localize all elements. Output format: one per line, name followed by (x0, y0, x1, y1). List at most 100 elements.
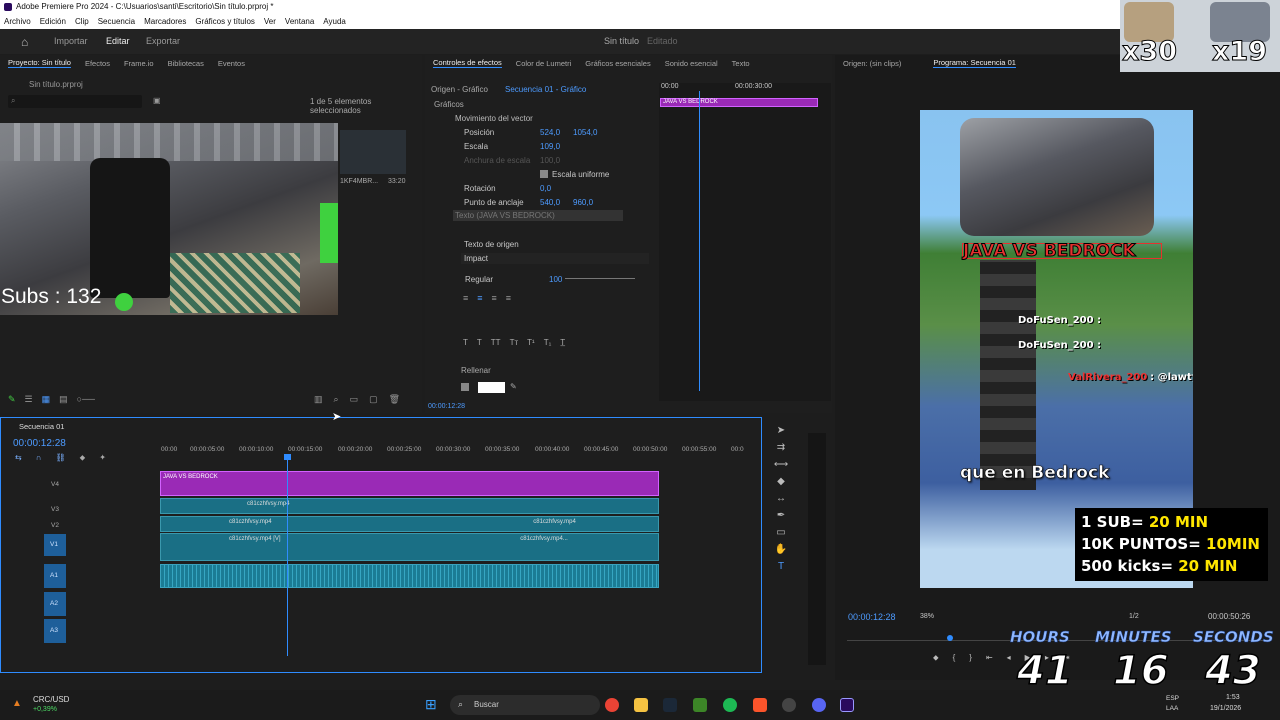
align-right-icon[interactable]: ≡ (492, 293, 497, 303)
steam-icon[interactable] (663, 698, 677, 712)
fill-color-swatch[interactable] (478, 382, 505, 393)
superscript-icon[interactable]: T¹ (527, 338, 535, 347)
icon-view-icon[interactable]: ▦ (42, 394, 51, 405)
hand-tool-icon[interactable]: ✋ (775, 544, 787, 555)
align-left-icon[interactable]: ≡ (463, 293, 468, 303)
tab-frameio[interactable]: Frame.io (124, 59, 154, 68)
clip-v1[interactable]: c81czhfvsy.mp4 [V] c81czhfvsy.mp4... (160, 533, 659, 561)
position-x[interactable]: 524,0 (540, 128, 560, 137)
ticker-name[interactable]: CRC/USD (33, 695, 69, 704)
tab-exportar[interactable]: Exportar (146, 36, 180, 46)
font-select[interactable]: Impact (461, 253, 649, 264)
tab-effects[interactable]: Efectos (85, 59, 110, 68)
tab-essential-graphics[interactable]: Gráficos esenciales (585, 59, 650, 68)
faux-italic-icon[interactable]: T (477, 338, 482, 347)
type-tool-icon[interactable]: T (778, 561, 784, 572)
menu-secuencia[interactable]: Secuencia (98, 17, 135, 26)
playhead-handle[interactable] (284, 454, 291, 460)
track-v1-header[interactable]: V1 (44, 534, 66, 556)
premiere-taskbar-icon[interactable] (840, 698, 854, 712)
ripple-edit-icon[interactable]: ⟷ (774, 459, 788, 470)
trash-icon[interactable]: 🗑 (389, 394, 400, 405)
preview-thumbnail[interactable]: Subs : 132 (0, 123, 338, 315)
tab-editar[interactable]: Editar (106, 36, 130, 46)
menu-marcadores[interactable]: Marcadores (144, 17, 186, 26)
eyedropper-icon[interactable]: ✎ (510, 382, 517, 391)
sequence-label[interactable]: Secuencia 01 - Gráfico (505, 85, 586, 94)
track-select-icon[interactable]: ⇉ (777, 442, 785, 453)
app-icon[interactable] (782, 698, 796, 712)
spotify-icon[interactable] (723, 698, 737, 712)
tab-effect-controls[interactable]: Controles de efectos (433, 58, 502, 68)
position-y[interactable]: 1054,0 (573, 128, 597, 137)
clip-v3[interactable]: c81czhfvsy.mp4 (160, 498, 659, 514)
tab-events[interactable]: Eventos (218, 59, 245, 68)
clip-a1[interactable] (160, 564, 659, 588)
uniform-scale-checkbox[interactable] (540, 170, 548, 178)
nest-icon[interactable]: ⇆ (15, 453, 22, 463)
small-caps-icon[interactable]: Tт (510, 338, 519, 347)
clip-v2[interactable]: c81czhfvsy.mp4 c81czhfvsy.mp4 (160, 516, 659, 532)
track-a2-header[interactable]: A2 (44, 592, 66, 616)
sequence-tab[interactable]: Secuencia 01 (19, 422, 64, 431)
timeline-ruler[interactable]: 00:00 00:00:05:00 00:00:10:00 00:00:15:0… (161, 446, 751, 456)
tab-importar[interactable]: Importar (54, 36, 88, 46)
subscript-icon[interactable]: T₁ (544, 338, 552, 347)
timeline-playhead[interactable] (287, 456, 288, 656)
new-bin-icon[interactable]: ▣ (153, 96, 161, 105)
tab-program-monitor[interactable]: Programa: Secuencia 01 (933, 58, 1016, 68)
pencil-icon[interactable]: ✎ (8, 394, 16, 405)
justify-icon[interactable]: ≡ (506, 293, 511, 303)
snap-icon[interactable]: ∩ (36, 453, 42, 463)
menu-ventana[interactable]: Ventana (285, 17, 314, 26)
file-explorer-icon[interactable] (634, 698, 648, 712)
marker-icon[interactable]: ⬥ (933, 653, 939, 663)
mini-playhead[interactable] (699, 91, 700, 391)
lang-code[interactable]: ESP (1166, 695, 1179, 702)
all-caps-icon[interactable]: TT (491, 338, 501, 347)
linked-icon[interactable]: ⛓ (55, 453, 65, 463)
quality-select[interactable]: 1/2 (1129, 613, 1139, 620)
freeform-view-icon[interactable]: ▤ (59, 394, 68, 405)
align-center-icon[interactable]: ≡ (477, 293, 482, 303)
find-icon[interactable]: ⌕ (334, 394, 339, 405)
menu-graficos[interactable]: Gráficos y títulos (195, 17, 255, 26)
track-v2[interactable]: V2 (51, 522, 59, 529)
font-size-value[interactable]: 100 (549, 275, 562, 284)
track-a1-header[interactable]: A1 (44, 564, 66, 588)
menu-ver[interactable]: Ver (264, 17, 276, 26)
zoom-slider-icon[interactable]: ○── (77, 394, 95, 405)
scale-value[interactable]: 109,0 (540, 142, 560, 151)
text-layer-row[interactable]: Texto (JAVA VS BEDROCK) (453, 210, 623, 221)
fill-checkbox[interactable] (461, 383, 469, 391)
tab-source-monitor[interactable]: Origen: (sin clips) (843, 59, 901, 68)
chrome-icon[interactable] (605, 698, 619, 712)
menu-archivo[interactable]: Archivo (4, 17, 31, 26)
track-v3[interactable]: V3 (51, 506, 59, 513)
menu-clip[interactable]: Clip (75, 17, 89, 26)
clip-thumbnail[interactable] (340, 130, 406, 174)
pen-tool-icon[interactable]: ✒ (777, 510, 785, 521)
track-a3-header[interactable]: A3 (44, 619, 66, 643)
home-icon[interactable]: ⌂ (21, 35, 28, 49)
go-to-in-icon[interactable]: ⇤ (986, 653, 993, 663)
zoom-select[interactable]: 38% (920, 613, 934, 620)
windows-start-icon[interactable]: ⊞ (425, 696, 437, 713)
mark-out-icon[interactable]: } (969, 653, 972, 663)
underline-icon[interactable]: T̲ (560, 338, 565, 347)
source-label[interactable]: Origen - Gráfico (431, 85, 488, 94)
title-clip[interactable]: JAVA VS BEDROCK (160, 471, 659, 496)
menu-edicion[interactable]: Edición (40, 17, 66, 26)
brave-icon[interactable] (753, 698, 767, 712)
tab-project[interactable]: Proyecto: Sin título (8, 58, 71, 68)
tab-essential-sound[interactable]: Sonido esencial (665, 59, 718, 68)
tab-lumetri[interactable]: Color de Lumetri (516, 59, 571, 68)
add-marker-icon[interactable]: ⬥ (80, 453, 86, 463)
taskbar-search[interactable]: ⌕ Buscar (450, 695, 600, 715)
tab-text[interactable]: Texto (732, 59, 750, 68)
mark-in-icon[interactable]: { (953, 653, 956, 663)
razor-tool-icon[interactable]: ◆ (777, 476, 785, 487)
faux-bold-icon[interactable]: T (463, 338, 468, 347)
slip-tool-icon[interactable]: ↔ (776, 493, 786, 504)
wrench-icon[interactable]: ✦ (99, 453, 106, 463)
